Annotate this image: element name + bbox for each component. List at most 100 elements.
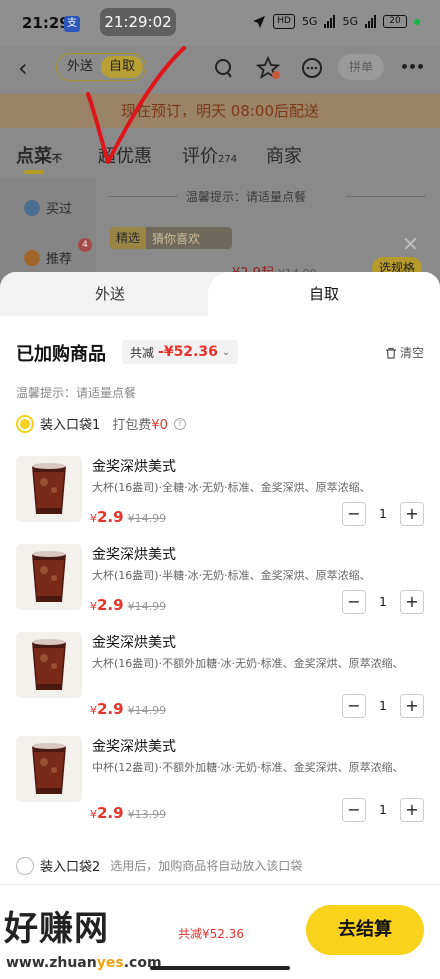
minus-button[interactable]: − xyxy=(342,694,366,718)
mode-delivery[interactable]: 外送 xyxy=(59,56,101,78)
tab-merchant[interactable]: 商家 xyxy=(266,142,302,168)
checkout-bar: 好赚网 共减¥52.36 www.zhuanyes.com 去结算 xyxy=(0,884,440,979)
radio-unselected-icon[interactable] xyxy=(16,856,34,875)
tab-delivery[interactable]: 外送 xyxy=(0,272,220,316)
battery-icon: 20 xyxy=(383,15,407,28)
watermark-url: www.zhuanyes.com xyxy=(6,955,162,971)
status-indicators: HD 5G 5G 20 xyxy=(252,14,420,29)
more-options-icon[interactable] xyxy=(402,64,423,69)
delivery-mode-toggle[interactable]: 外送 自取 xyxy=(56,53,146,81)
back-arrow-icon[interactable]: ‹ xyxy=(18,56,28,80)
bg-tip: 温馨提示：请适量点餐 xyxy=(186,190,307,204)
item-price: ¥2.9 ¥14.99 xyxy=(90,508,166,526)
sidebar-item-bought[interactable]: 买过 xyxy=(24,198,72,217)
checkout-button[interactable]: 去结算 xyxy=(306,905,424,955)
item-price: ¥2.9 ¥14.99 xyxy=(90,596,166,614)
plus-button[interactable]: + xyxy=(400,798,424,822)
quantity-value: 1 xyxy=(379,507,387,521)
signal-icon xyxy=(324,15,336,28)
discount-label: 共减 xyxy=(130,345,155,360)
cart-tip: 温馨提示：请适量点餐 xyxy=(16,386,137,400)
minus-button[interactable]: − xyxy=(342,590,366,614)
network-label-2: 5G xyxy=(342,15,358,28)
item-orig-price: ¥14.99 xyxy=(127,512,167,525)
product-image xyxy=(16,456,82,522)
quantity-stepper: − 1 + xyxy=(342,798,424,822)
featured-tags: 精选 猜你喜欢 xyxy=(110,227,232,249)
background-page: 21:29 支 21:29:02 HD 5G 5G 20 ‹ 外送 自取 拼单 … xyxy=(0,0,440,290)
item-price-symbol: ¥ xyxy=(90,600,97,613)
cart-item: 金奖深烘美式 中杯(12盎司)·不额外加糖·冰·无奶·标准、金奖深烘、原萃浓缩、… xyxy=(0,736,440,822)
radio-selected-icon[interactable] xyxy=(16,414,34,433)
quantity-value: 1 xyxy=(379,595,387,609)
product-image xyxy=(16,544,82,610)
bag-2-label: 装入口袋2 xyxy=(40,860,101,875)
quantity-stepper: − 1 + xyxy=(342,694,424,718)
sidebar-item-label: 买过 xyxy=(46,202,73,217)
hd-badge: HD xyxy=(273,14,295,29)
privacy-dot-icon xyxy=(414,18,420,25)
tab-reviews-count: 274 xyxy=(218,154,238,165)
item-price-symbol: ¥ xyxy=(90,512,97,525)
mode-pickup[interactable]: 自取 xyxy=(101,56,143,78)
tab-pickup[interactable]: 自取 xyxy=(208,272,440,316)
close-icon[interactable]: ✕ xyxy=(402,232,419,256)
cart-item: 金奖深烘美式 大杯(16盎司)·全糖·冰·无奶·标准、金奖深烘、原萃浓缩、 ¥2… xyxy=(0,456,440,526)
preorder-banner: 现在预订，明天 08:00后配送 xyxy=(0,94,440,128)
clear-cart-button[interactable]: 清空 xyxy=(385,344,424,361)
signal-icon-2 xyxy=(365,15,376,28)
item-desc: 中杯(12盎司)·不额外加糖·冰·无奶·标准、金奖深烘、原萃浓缩、 xyxy=(92,761,404,774)
cart-title: 已加购商品 xyxy=(16,344,106,365)
cart-item: 金奖深烘美式 大杯(16盎司)·不额外加糖·冰·无奶·标准、金奖深烘、原萃浓缩、… xyxy=(0,632,440,718)
help-icon[interactable]: ? xyxy=(173,417,186,430)
store-tabs: 点菜不 超优惠 评价274 商家 xyxy=(0,138,440,178)
alipay-icon: 支 xyxy=(64,16,80,32)
tab-reviews[interactable]: 评价274 xyxy=(182,142,237,168)
featured-tag: 精选 xyxy=(110,227,147,249)
total-saved: 共减¥52.36 xyxy=(178,927,244,941)
trash-icon xyxy=(385,347,396,359)
minus-button[interactable]: − xyxy=(342,798,366,822)
bag-1-option[interactable]: 装入口袋1 打包费¥0 ? xyxy=(16,414,186,433)
group-order-button[interactable]: 拼单 xyxy=(338,54,384,80)
product-image xyxy=(16,632,82,698)
plus-button[interactable]: + xyxy=(400,502,424,526)
watermark-url-accent: yes xyxy=(96,955,124,971)
item-price-value: 2.9 xyxy=(97,804,124,822)
cart-sheet: 外送 自取 已加购商品 共减 -¥52.36 ⌄ 清空 温馨提示：请适量点餐 装… xyxy=(0,272,440,979)
tab-order-label: 点菜 xyxy=(16,146,52,167)
bag-1-label: 装入口袋1 xyxy=(40,418,101,433)
item-price: ¥2.9 ¥13.99 xyxy=(90,804,166,822)
recommend-count-badge: 4 xyxy=(78,238,92,252)
tab-deals[interactable]: 超优惠 xyxy=(98,142,152,168)
tab-reviews-label: 评价 xyxy=(182,146,218,167)
item-name: 金奖深烘美式 xyxy=(92,459,176,475)
status-time: 21:29 xyxy=(22,14,70,32)
item-name: 金奖深烘美式 xyxy=(92,547,176,563)
divider xyxy=(346,196,426,197)
chat-icon[interactable] xyxy=(300,56,324,80)
clear-label: 清空 xyxy=(399,346,424,360)
sidebar-item-recommend[interactable]: 推荐 xyxy=(24,248,72,267)
discount-summary[interactable]: 共减 -¥52.36 ⌄ xyxy=(122,340,239,364)
packing-fee-value: ¥0 xyxy=(151,418,168,433)
watermark-url-prefix: www.zhuan xyxy=(6,955,97,971)
minus-button[interactable]: − xyxy=(342,502,366,526)
quantity-value: 1 xyxy=(379,803,387,817)
basket-icon xyxy=(24,199,40,216)
item-price-symbol: ¥ xyxy=(90,808,97,821)
quantity-stepper: − 1 + xyxy=(342,502,424,526)
fulfillment-tabs: 外送 自取 xyxy=(0,272,440,316)
bag-2-option[interactable]: 装入口袋2 选用后，加购商品将自动放入该口袋 xyxy=(16,856,302,875)
favorite-star-icon[interactable] xyxy=(256,56,280,80)
tab-order[interactable]: 点菜不 xyxy=(16,142,62,168)
divider xyxy=(108,196,178,197)
search-icon[interactable] xyxy=(212,56,236,80)
cart-item: 金奖深烘美式 大杯(16盎司)·半糖·冰·无奶·标准、金奖深烘、原萃浓缩、 ¥2… xyxy=(0,544,440,614)
item-name: 金奖深烘美式 xyxy=(92,739,176,755)
plus-button[interactable]: + xyxy=(400,694,424,718)
item-desc: 大杯(16盎司)·全糖·冰·无奶·标准、金奖深烘、原萃浓缩、 xyxy=(92,481,371,494)
plus-button[interactable]: + xyxy=(400,590,424,614)
discount-amount: -¥52.36 xyxy=(158,344,218,360)
sidebar-item-label: 推荐 xyxy=(46,252,73,267)
